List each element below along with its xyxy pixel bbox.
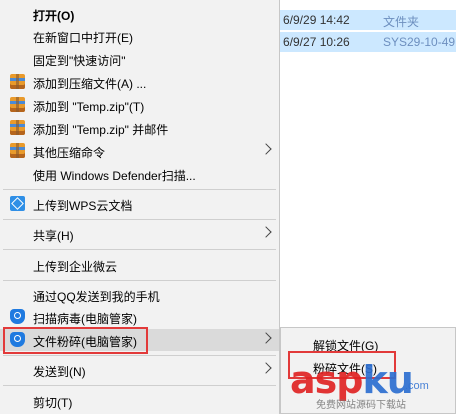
menu-item-open-new-window[interactable]: 在新窗口中打开(E) <box>0 25 279 47</box>
menu-item-label: 其他压缩命令 <box>33 146 106 160</box>
menu-item-send-to-phone-qq[interactable]: 通过QQ发送到我的手机 <box>0 284 279 306</box>
explorer-row[interactable]: 6/9/29 14:42 文件夹 <box>280 10 456 30</box>
menu-item-label: 上传到企业微云 <box>33 260 118 274</box>
archive-icon <box>10 143 25 158</box>
menu-item-label: 使用 Windows Defender扫描... <box>33 169 196 183</box>
file-type: 文件夹 <box>383 15 420 29</box>
menu-item-label: 添加到 "Temp.zip" 并邮件 <box>33 123 169 137</box>
shield-icon <box>10 309 25 324</box>
menu-item-label: 添加到 "Temp.zip"(T) <box>33 100 145 114</box>
menu-item-open[interactable]: 打开(O) <box>0 3 279 25</box>
menu-item-label: 共享(H) <box>33 229 74 243</box>
menu-item-upload-wps[interactable]: 上传到WPS云文档 <box>0 193 279 215</box>
menu-item-upload-weiyun[interactable]: 上传到企业微云 <box>0 254 279 276</box>
file-type: SYS29-10-49 <box>383 35 456 49</box>
highlight-box <box>3 327 148 354</box>
menu-separator <box>3 385 276 386</box>
menu-item-share[interactable]: 共享(H) <box>0 223 279 245</box>
menu-item-label: 添加到压缩文件(A) ... <box>33 77 147 91</box>
menu-item-label: 通过QQ发送到我的手机 <box>33 290 160 304</box>
chevron-right-icon <box>260 226 272 238</box>
menu-item-label: 发送到(N) <box>33 365 86 379</box>
menu-separator <box>3 219 276 220</box>
menu-item-label: 扫描病毒(电脑管家) <box>33 312 137 326</box>
menu-separator <box>3 280 276 281</box>
menu-item-label: 上传到WPS云文档 <box>33 199 133 213</box>
menu-item-label: 打开(O) <box>33 9 75 23</box>
menu-item-label: 固定到"快速访问" <box>33 54 126 68</box>
menu-item-add-to-temp-zip[interactable]: 添加到 "Temp.zip"(T) <box>0 94 279 116</box>
archive-icon <box>10 74 25 89</box>
file-date: 6/9/29 14:42 <box>283 13 350 27</box>
menu-item-add-to-temp-zip-email[interactable]: 添加到 "Temp.zip" 并邮件 <box>0 117 279 139</box>
menu-item-other-compress[interactable]: 其他压缩命令 <box>0 140 279 162</box>
watermark-tld: .com <box>405 380 429 392</box>
menu-item-label: 在新窗口中打开(E) <box>33 31 133 45</box>
menu-item-label: 剪切(T) <box>33 396 73 410</box>
archive-icon <box>10 120 25 135</box>
menu-separator <box>3 189 276 190</box>
watermark-footer: 免费网站源码下载站 <box>316 400 406 411</box>
explorer-row[interactable]: 6/9/27 10:26 SYS29-10-49 <box>280 32 456 52</box>
wps-cloud-icon <box>10 196 25 211</box>
menu-item-add-to-archive[interactable]: 添加到压缩文件(A) ... <box>0 71 279 93</box>
archive-icon <box>10 97 25 112</box>
chevron-right-icon <box>260 332 272 344</box>
menu-item-cut[interactable]: 剪切(T) <box>0 390 279 412</box>
chevron-right-icon <box>260 143 272 155</box>
menu-item-virus-scan[interactable]: 扫描病毒(电脑管家) <box>0 306 279 328</box>
menu-separator <box>3 355 276 356</box>
file-date: 6/9/27 10:26 <box>283 35 350 49</box>
menu-item-defender-scan[interactable]: 使用 Windows Defender扫描... <box>0 163 279 185</box>
chevron-right-icon <box>260 362 272 374</box>
menu-separator <box>3 249 276 250</box>
menu-item-send-to[interactable]: 发送到(N) <box>0 359 279 381</box>
menu-item-pin-quick-access[interactable]: 固定到"快速访问" <box>0 48 279 70</box>
